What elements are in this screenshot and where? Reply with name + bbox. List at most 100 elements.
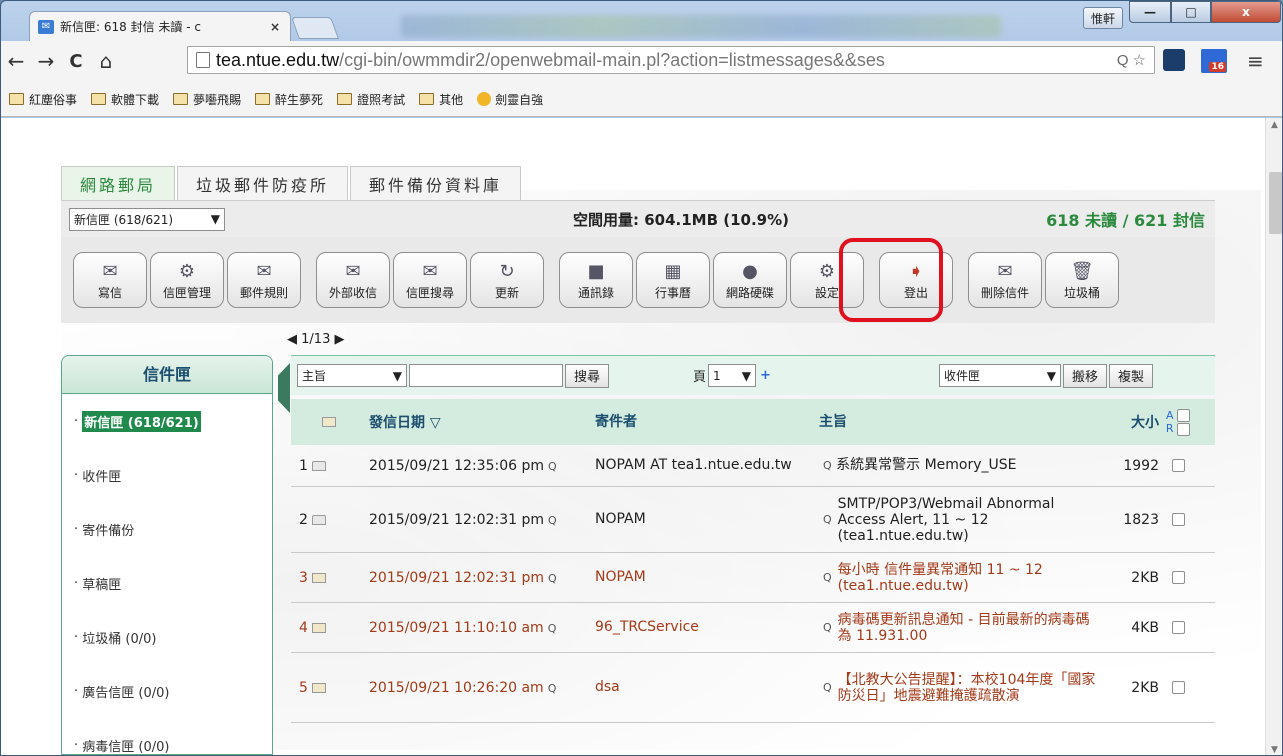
magnifier-icon[interactable]: Q	[823, 512, 832, 528]
address-book-button[interactable]: ■ 通訊錄	[559, 252, 633, 308]
tab-spam-filter[interactable]: 垃圾郵件防疫所	[177, 166, 349, 200]
magnifier-icon[interactable]: Q	[548, 460, 557, 473]
profile-button[interactable]: 惟軒	[1083, 7, 1123, 29]
browser-window: ✉ 新信匣: 618 封信 未讀 - c × 惟軒 — □ x ← → C ⌂ …	[0, 0, 1283, 756]
refresh-button[interactable]: ↻ 更新	[470, 252, 544, 308]
menu-icon[interactable]: ≡	[1247, 49, 1264, 73]
target-folder-select[interactable]: 收件匣 ▼	[938, 364, 1061, 387]
table-row[interactable]: 1 2015/09/21 12:35:06 pm Q NOPAM AT tea1.…	[291, 445, 1215, 487]
add-page-icon[interactable]: +	[760, 368, 771, 383]
folder-manage-button[interactable]: ⚙ 信匣管理	[150, 252, 224, 308]
zoom-icon[interactable]: Q	[1117, 52, 1129, 69]
sidebar-item-drafts[interactable]: · 草稿匣	[62, 556, 272, 610]
select-read-checkbox[interactable]	[1177, 422, 1191, 436]
search-button[interactable]: 搜尋	[565, 363, 610, 388]
new-tab-button[interactable]	[290, 17, 340, 39]
sidebar-item-inbox[interactable]: · 收件匣	[62, 448, 272, 502]
minimize-button[interactable]: —	[1129, 1, 1171, 23]
magnifier-icon[interactable]: Q	[548, 622, 557, 635]
page-icon	[196, 52, 210, 68]
sidebar-item-trash[interactable]: · 垃圾桶 (0/0)	[62, 610, 272, 664]
read-envelope-icon	[311, 514, 326, 525]
col-date[interactable]: 發信日期 ▽	[363, 412, 589, 432]
col-size[interactable]: 大小	[1103, 412, 1163, 432]
search-field-select[interactable]: 主旨 ▼	[297, 364, 407, 387]
bookmark-folder[interactable]: 軟體下載	[91, 91, 159, 108]
unread-envelope-icon	[311, 572, 326, 583]
magnifier-icon[interactable]: Q	[823, 680, 832, 696]
bookmark-link[interactable]: 劍靈自強	[477, 91, 543, 108]
select-all-checkbox[interactable]	[1177, 409, 1191, 422]
col-sender[interactable]: 寄件者	[589, 414, 811, 430]
row-checkbox[interactable]	[1171, 459, 1185, 472]
sidebar-item-sent[interactable]: · 寄件備份	[62, 502, 272, 556]
magnifier-icon[interactable]: Q	[823, 620, 832, 636]
magnifier-icon[interactable]: Q	[823, 459, 832, 472]
magnifier-icon[interactable]: Q	[823, 570, 832, 586]
vertical-scrollbar[interactable]: ▲ ▼	[1265, 118, 1282, 755]
reload-icon[interactable]: C	[61, 51, 91, 72]
pop3-fetch-button[interactable]: ✉ 外部收信	[316, 252, 390, 308]
folder-icon	[173, 93, 189, 105]
row-checkbox[interactable]	[1171, 621, 1185, 634]
calendar-button[interactable]: ▦ 行事曆	[636, 252, 710, 308]
browser-tab[interactable]: ✉ 新信匣: 618 封信 未讀 - c ×	[29, 11, 291, 41]
mail-rules-button[interactable]: ✉ 郵件規則	[227, 252, 301, 308]
copy-button[interactable]: 複製	[1108, 363, 1153, 388]
table-row[interactable]: 4 2015/09/21 11:10:10 am Q 96_TRCService …	[291, 603, 1215, 653]
tab-close-icon[interactable]: ×	[268, 20, 282, 34]
folder-search-button[interactable]: ✉ 信匣搜尋	[393, 252, 467, 308]
message-table: 發信日期 ▽ 寄件者 主旨 大小 A R 1 2015/09/21 12:35:…	[291, 399, 1215, 723]
row-checkbox[interactable]	[1171, 681, 1185, 694]
bookmark-folder[interactable]: 醉生夢死	[255, 91, 323, 108]
logout-button[interactable]: ➧ 登出	[879, 252, 953, 308]
page-select[interactable]: 1 ▼	[708, 364, 757, 387]
magnifier-icon[interactable]: Q	[548, 514, 557, 527]
folder-icon	[419, 93, 435, 105]
folder-select[interactable]: 新信匣 (618/621) ▼	[69, 207, 225, 231]
folder-status-bar: 新信匣 (618/621) ▼ 空間用量: 604.1MB (10.9%) 618…	[61, 200, 1215, 237]
bookmark-folder[interactable]: 其他	[419, 91, 463, 108]
calendar-extension-icon[interactable]: 16	[1201, 49, 1227, 73]
tab-mail-backup[interactable]: 郵件備份資料庫	[350, 166, 522, 200]
logout-arrow-icon: ➧	[908, 260, 924, 282]
webdisk-button[interactable]: ● 網路硬碟	[713, 252, 787, 308]
extension-icon[interactable]	[1163, 49, 1185, 71]
magnifier-icon[interactable]: Q	[548, 572, 557, 585]
table-row[interactable]: 3 2015/09/21 12:02:31 pm Q NOPAM Q 每小時 信件量…	[291, 553, 1215, 603]
row-checkbox[interactable]	[1171, 513, 1185, 526]
table-row[interactable]: 2 2015/09/21 12:02:31 pm Q NOPAM Q SMTP/PO…	[291, 487, 1215, 553]
maximize-button[interactable]: □	[1171, 1, 1211, 23]
search-input[interactable]	[409, 364, 563, 387]
bookmark-folder[interactable]: 紅塵俗事	[9, 91, 77, 108]
sidebar-item-spam[interactable]: · 廣告信匣 (0/0)	[62, 664, 272, 718]
col-subject[interactable]: 主旨	[811, 414, 1103, 430]
row-checkbox[interactable]	[1171, 571, 1185, 584]
scroll-up-icon[interactable]: ▲	[1271, 120, 1278, 130]
magnifier-icon[interactable]: Q	[548, 682, 557, 695]
close-window-button[interactable]: x	[1211, 1, 1281, 23]
sidebar-title: 信件匣	[62, 356, 272, 394]
next-page-icon[interactable]: ▶	[334, 332, 344, 347]
app-tabs: 網路郵局 垃圾郵件防疫所 郵件備份資料庫	[61, 166, 523, 200]
prev-page-icon[interactable]: ◀	[287, 332, 297, 347]
forward-icon[interactable]: →	[31, 49, 61, 73]
tab-webmail[interactable]: 網路郵局	[61, 166, 176, 200]
sidebar-item-virus[interactable]: · 病毒信匣 (0/0)	[62, 718, 272, 755]
bookmark-folder[interactable]: 夢囈飛賜	[173, 91, 241, 108]
sidebar-item-new[interactable]: · 新信匣 (618/621)	[62, 394, 272, 448]
envelope-icon	[322, 417, 336, 427]
trash-button[interactable]: 🗑 垃圾桶	[1045, 252, 1119, 308]
scroll-down-icon[interactable]: ▼	[1271, 745, 1278, 755]
move-button[interactable]: 搬移	[1062, 363, 1107, 388]
home-icon[interactable]: ⌂	[91, 49, 121, 73]
settings-button[interactable]: ⚙ 設定	[790, 252, 864, 308]
star-icon[interactable]: ☆	[1133, 51, 1146, 69]
delete-mail-button[interactable]: ✉ 刪除信件	[968, 252, 1042, 308]
compose-button[interactable]: ✉ 寫信	[73, 252, 147, 308]
scroll-thumb[interactable]	[1269, 172, 1282, 234]
back-icon[interactable]: ←	[1, 49, 31, 73]
bookmark-folder[interactable]: 證照考試	[337, 91, 405, 108]
table-row[interactable]: 5 2015/09/21 10:26:20 am Q dsa Q 【北教大公告提醒】…	[291, 653, 1215, 723]
address-bar[interactable]: tea.ntue.edu.tw /cgi-bin/owmmdir2/openwe…	[187, 46, 1155, 74]
